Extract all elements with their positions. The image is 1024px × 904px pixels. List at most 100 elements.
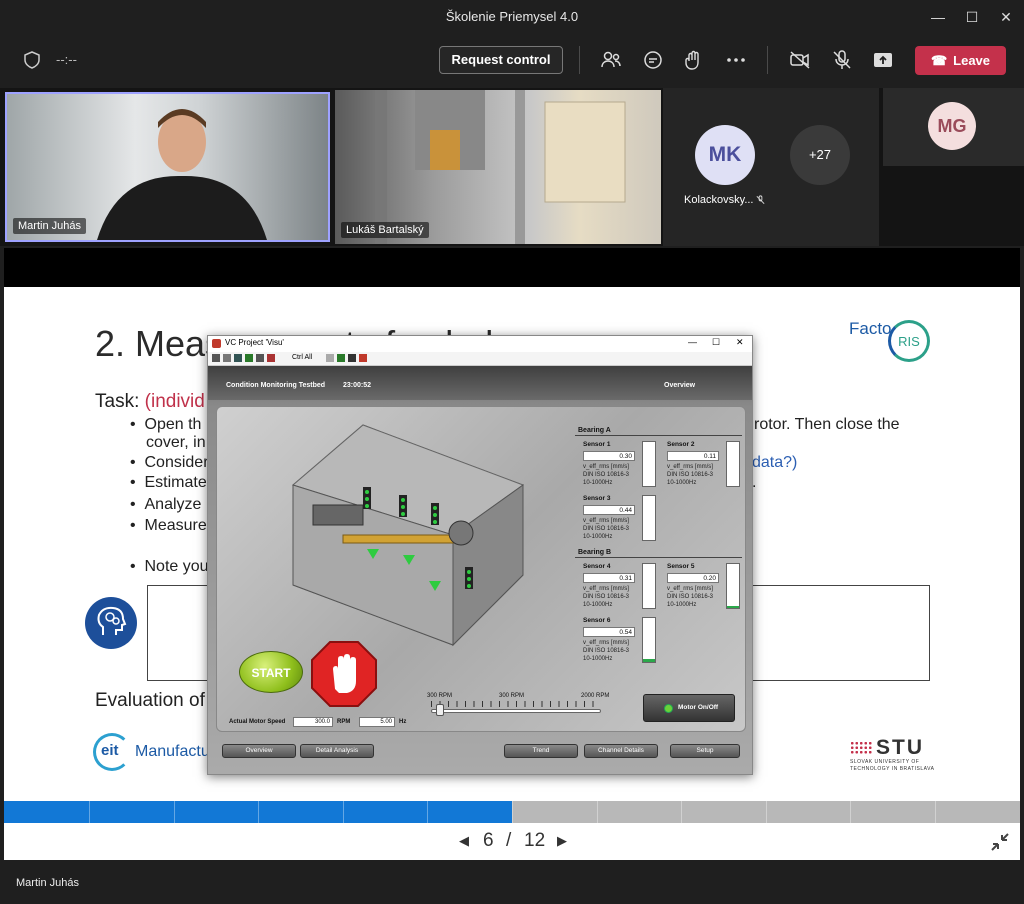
total-pages: 12	[524, 830, 546, 851]
sensor-value: 0.44	[583, 505, 635, 515]
slide-progress-bar[interactable]	[4, 801, 1020, 823]
sensor-value: 0.20	[667, 573, 719, 583]
eit-manufacturing-text: Manufactu	[135, 743, 210, 760]
nav-channel-details-button[interactable]: Channel Details	[584, 744, 658, 758]
visu-maximize-icon[interactable]: ☐	[712, 337, 720, 348]
motor-onoff-label: Motor On/Off	[678, 704, 719, 711]
testbed-model[interactable]	[283, 415, 533, 655]
bearing-b-label: Bearing B	[578, 549, 612, 556]
request-control-button[interactable]: Request control	[439, 46, 563, 74]
sensor-level-bar	[642, 563, 656, 609]
sensor-unit: v_eff_rms [mm/s] DIN ISO 10816-3 10-1000Hz	[667, 586, 714, 608]
factoris-logo-text: Facto	[849, 319, 892, 338]
visu-header-page: Overview	[664, 382, 696, 389]
evaluation-heading: Evaluation of	[95, 690, 205, 711]
visu-ctrl-all[interactable]: Ctrl All	[292, 354, 312, 361]
start-button[interactable]: START	[239, 651, 303, 693]
title-bar: Školenie Priemysel 4.0 — ☐ ✕	[0, 0, 1024, 34]
video-tile-lukas[interactable]: Lukáš Bartalský	[335, 90, 661, 244]
hang-up-icon: ☎	[930, 53, 948, 68]
visu-window[interactable]: VC Project 'Visu' — ☐ ✕ Ctrl All Conditi…	[207, 335, 753, 775]
motor-status-icon	[664, 704, 673, 713]
nav-detail-analysis-button[interactable]: Detail Analysis	[300, 744, 374, 758]
sensor-name: Sensor 4	[583, 563, 611, 570]
participant-name: Martin Juhás	[13, 218, 86, 234]
chat-icon[interactable]	[641, 48, 665, 72]
video-strip: Martin Juhás Lukáš Bartalský MK Kolackov…	[0, 88, 1024, 246]
visu-toolbar: Ctrl All	[208, 352, 752, 366]
sensor-value: 0.31	[583, 573, 635, 583]
speed-slider-thumb[interactable]	[436, 704, 444, 716]
exit-fullscreen-icon[interactable]	[989, 831, 1011, 853]
window-title: Školenie Priemysel 4.0	[445, 9, 579, 24]
divider	[575, 435, 742, 436]
leave-button[interactable]: ☎ Leave	[915, 46, 1006, 75]
sensor-level-bar	[642, 617, 656, 663]
speed-slider-ticks	[431, 701, 601, 707]
meeting-toolbar: --:-- Request control ☎ Leave	[0, 34, 1024, 88]
avatar-mk[interactable]: MK	[695, 125, 755, 185]
visu-close-icon[interactable]: ✕	[736, 337, 744, 348]
nav-trend-button[interactable]: Trend	[504, 744, 578, 758]
visu-tool-icons[interactable]	[212, 354, 275, 362]
eit-logo: eit	[93, 733, 131, 771]
visu-tool-icons-2[interactable]	[326, 354, 367, 362]
presenter-bar: Martin Juhás	[0, 860, 1024, 904]
sensor-name: Sensor 6	[583, 617, 611, 624]
sensor-level-bar	[726, 441, 740, 487]
speed-slider-track[interactable]	[431, 709, 601, 713]
bullet-1: • Open th	[130, 416, 202, 433]
page-separator: /	[506, 830, 512, 851]
next-slide-icon[interactable]: ▶	[557, 833, 567, 849]
sensor-value: 0.11	[667, 451, 719, 461]
camera-off-icon[interactable]	[788, 48, 812, 72]
more-participants-button[interactable]: +27	[790, 125, 850, 185]
avatar-mg: MG	[928, 102, 976, 150]
participant-name: Lukáš Bartalský	[341, 222, 429, 238]
sensor-name: Sensor 1	[583, 441, 611, 448]
shield-icon[interactable]	[24, 51, 40, 69]
sensor-value: 0.54	[583, 627, 635, 637]
stop-button[interactable]	[311, 641, 377, 707]
actual-speed-hz: 5.00	[359, 717, 395, 727]
bullet-4: • Analyze	[130, 496, 202, 513]
video-tile-martin[interactable]: Martin Juhás	[5, 92, 330, 242]
toolbar-divider	[579, 46, 580, 74]
eit-logo-text: eit	[101, 742, 119, 759]
actual-speed-label: Actual Motor Speed	[229, 719, 286, 725]
people-icon[interactable]	[599, 48, 623, 72]
stu-subtitle-1: SLOVAK UNIVERSITY OF	[850, 759, 920, 765]
more-options-icon[interactable]	[724, 48, 748, 72]
slide-pager: ◀ 6 / 12 ▶	[4, 823, 1020, 860]
motor-onoff-button[interactable]: Motor On/Off	[643, 694, 735, 722]
divider	[575, 557, 742, 558]
visu-minimize-icon[interactable]: —	[688, 337, 697, 347]
sensor-level-bar	[642, 495, 656, 541]
minimize-icon[interactable]: —	[926, 6, 950, 28]
factoris-logo-ris: RIS	[898, 334, 920, 349]
share-screen-icon[interactable]	[871, 48, 895, 72]
sensor-value: 0.30	[583, 451, 635, 461]
participant-video	[375, 90, 626, 244]
sensor-level-fill	[727, 605, 739, 608]
sensor-name: Sensor 2	[667, 441, 695, 448]
sensor-unit: v_eff_rms [mm/s] DIN ISO 10816-3 10-1000Hz	[583, 586, 630, 608]
actual-speed-rpm: 300.0	[293, 717, 333, 727]
video-tile-mg[interactable]: MG	[883, 88, 1024, 166]
nav-setup-button[interactable]: Setup	[670, 744, 740, 758]
rpm-mid-label: 300 RPM	[499, 693, 525, 699]
close-icon[interactable]: ✕	[994, 6, 1018, 28]
participants-overflow-area: MK Kolackovsky... +27	[663, 88, 879, 246]
rpm-min-label: 300 RPM	[427, 693, 453, 699]
task-label: Task: (individ	[95, 391, 205, 413]
mic-off-icon[interactable]	[830, 48, 854, 72]
sensor-name: Sensor 3	[583, 495, 611, 502]
current-page: 6	[483, 830, 494, 851]
maximize-icon[interactable]: ☐	[960, 6, 984, 28]
nav-overview-button[interactable]: Overview	[222, 744, 296, 758]
meeting-timer: --:--	[56, 52, 77, 67]
raise-hand-icon[interactable]	[682, 48, 706, 72]
sensor-name: Sensor 5	[667, 563, 695, 570]
visu-app-icon	[212, 339, 221, 348]
prev-slide-icon[interactable]: ◀	[459, 833, 469, 849]
